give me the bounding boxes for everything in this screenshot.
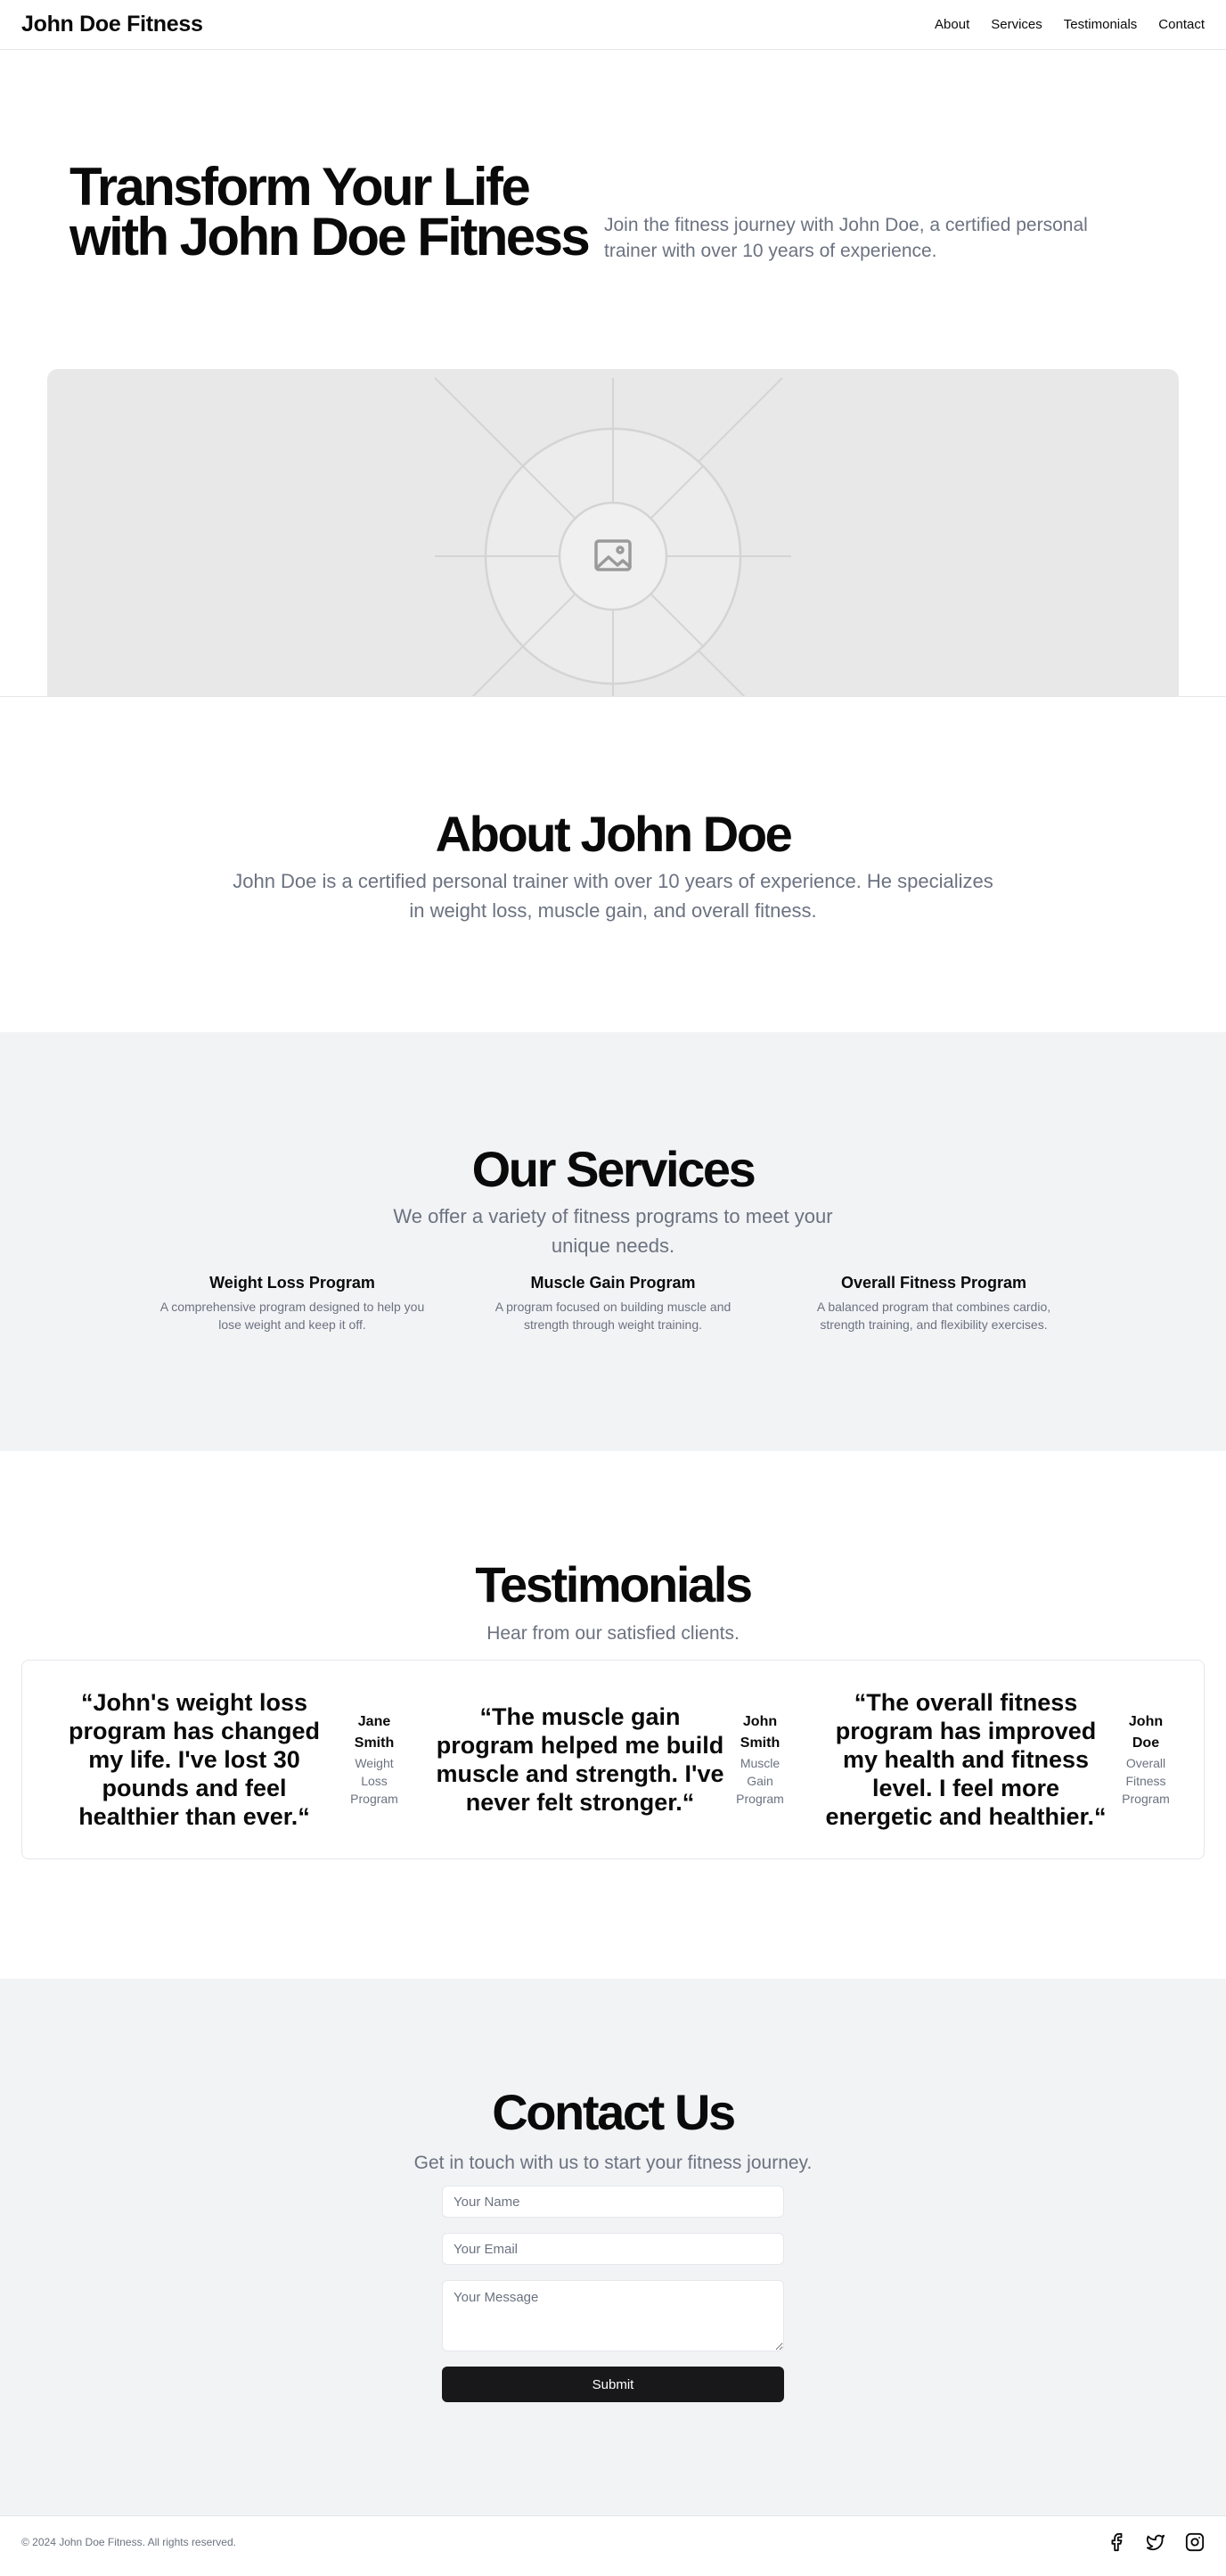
- contact-section: Contact Us Get in touch with us to start…: [0, 1979, 1226, 2515]
- contact-form: Submit: [442, 2186, 784, 2402]
- testimonials-card: “John's weight loss program has changed …: [21, 1660, 1205, 1859]
- contact-subtitle: Get in touch with us to start your fitne…: [413, 2153, 813, 2173]
- service-description: A balanced program that combines cardio,…: [816, 1300, 1051, 1332]
- nav-contact[interactable]: Contact: [1158, 17, 1205, 32]
- testimonials-title: Testimonials: [475, 1556, 753, 1612]
- testimonial-name: John Doe: [1128, 1714, 1164, 1751]
- message-textarea[interactable]: [442, 2280, 784, 2351]
- service-title: Weight Loss Program: [209, 1274, 375, 1292]
- about-section: About John Doe John Doe is a certified p…: [0, 697, 1226, 1032]
- brand-logo[interactable]: John Doe Fitness: [21, 12, 203, 37]
- hero-subtitle-line-1: Join the fitness journey with John Doe, …: [604, 215, 1088, 235]
- testimonials-subtitle: Hear from our satisfied clients.: [486, 1623, 740, 1644]
- testimonial-quote: “The overall fitness program has improve…: [825, 1689, 1107, 1830]
- hero-image-placeholder: [47, 369, 1179, 696]
- nav-about[interactable]: About: [935, 17, 969, 32]
- testimonial-name: Jane Smith: [354, 1714, 395, 1751]
- image-placeholder-icon: [434, 377, 791, 696]
- nav-services[interactable]: Services: [991, 17, 1042, 32]
- about-title: About John Doe: [435, 806, 793, 862]
- testimonial-item: “The overall fitness program has improve…: [821, 1688, 1177, 1831]
- testimonial-author: Jane Smith Weight Loss Program: [343, 1711, 405, 1808]
- site-footer: © 2024 John Doe Fitness. All rights rese…: [0, 2515, 1226, 2567]
- social-links: [1107, 2532, 1205, 2552]
- service-title: Muscle Gain Program: [530, 1274, 696, 1292]
- name-input[interactable]: [442, 2186, 784, 2218]
- nav-testimonials[interactable]: Testimonials: [1064, 17, 1138, 32]
- about-text: John Doe is a certified personal trainer…: [233, 870, 993, 922]
- twitter-icon[interactable]: [1146, 2532, 1165, 2552]
- service-card: Weight Loss Program A comprehensive prog…: [159, 1271, 426, 1333]
- facebook-icon[interactable]: [1107, 2532, 1126, 2552]
- hero-subtitle: Join the fitness journey with John Doe, …: [604, 212, 1139, 264]
- testimonial-program: Weight Loss Program: [350, 1756, 398, 1806]
- copyright-text: © 2024 John Doe Fitness. All rights rese…: [21, 2535, 236, 2548]
- testimonial-quote: “John's weight loss program has changed …: [68, 1689, 321, 1830]
- testimonial-author: John Smith Muscle Gain Program: [729, 1711, 791, 1808]
- service-title: Overall Fitness Program: [840, 1274, 1027, 1292]
- main-nav: About Services Testimonials Contact: [935, 17, 1205, 32]
- testimonial-program: Muscle Gain Program: [736, 1756, 784, 1806]
- email-input[interactable]: [442, 2233, 784, 2265]
- testimonial-author: John Doe Overall Fitness Program: [1115, 1711, 1177, 1808]
- testimonial-quote: “The muscle gain program helped me build…: [436, 1703, 724, 1816]
- testimonial-item: “The muscle gain program helped me build…: [435, 1702, 791, 1817]
- services-section: Our Services We offer a variety of fitne…: [0, 1032, 1226, 1451]
- service-description: A comprehensive program designed to help…: [159, 1300, 425, 1332]
- instagram-icon[interactable]: [1185, 2532, 1205, 2552]
- services-grid: Weight Loss Program A comprehensive prog…: [0, 1271, 1226, 1333]
- hero-title: Transform Your Life with John Doe Fitnes…: [69, 160, 595, 267]
- services-subtitle: We offer a variety of fitness programs t…: [393, 1205, 833, 1257]
- hero-title-line-2: with John Doe Fitness: [69, 207, 591, 267]
- testimonial-program: Overall Fitness Program: [1122, 1756, 1170, 1806]
- service-description: A program focused on building muscle and…: [494, 1300, 732, 1332]
- testimonial-name: John Smith: [740, 1714, 781, 1751]
- hero-section: Transform Your Life with John Doe Fitnes…: [0, 50, 1226, 697]
- submit-button[interactable]: Submit: [442, 2367, 784, 2402]
- services-title: Our Services: [471, 1141, 756, 1197]
- testimonials-section: Testimonials Hear from our satisfied cli…: [0, 1451, 1226, 1979]
- testimonial-item: “John's weight loss program has changed …: [49, 1688, 405, 1831]
- hero-subtitle-line-2: trainer with over 10 years of experience…: [604, 241, 937, 261]
- service-card: Overall Fitness Program A balanced progr…: [800, 1271, 1067, 1333]
- contact-title: Contact Us: [492, 2084, 736, 2140]
- site-header: John Doe Fitness About Services Testimon…: [0, 0, 1226, 50]
- service-card: Muscle Gain Program A program focused on…: [479, 1271, 747, 1333]
